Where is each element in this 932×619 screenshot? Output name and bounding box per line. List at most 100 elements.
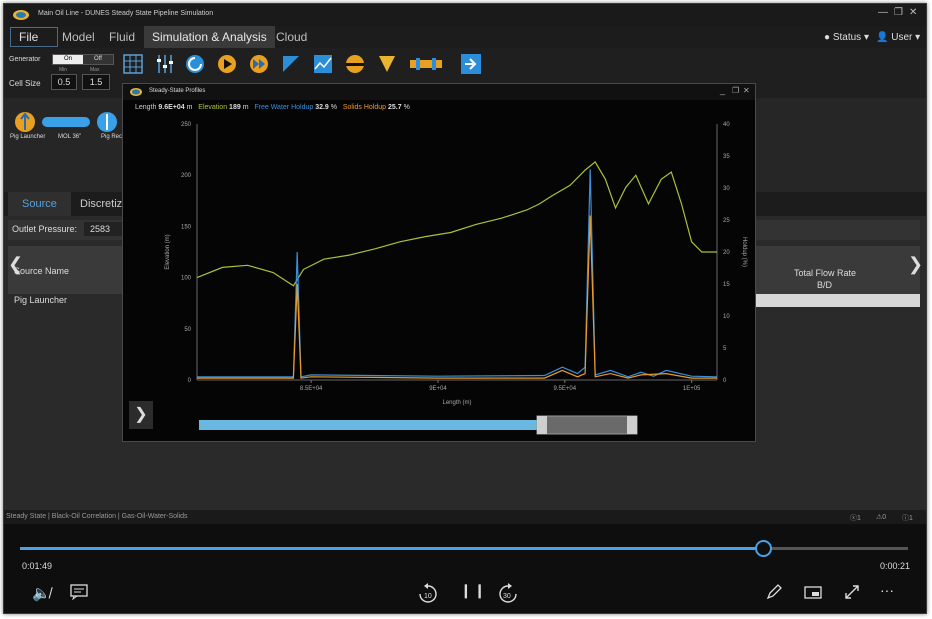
dunes-logo-icon bbox=[13, 10, 29, 20]
user-label: User bbox=[891, 32, 913, 43]
y-tick-label: 250 bbox=[181, 122, 192, 128]
minimize-button[interactable]: — bbox=[878, 7, 888, 18]
legend-length-value: 9.6E+04 bbox=[158, 104, 185, 111]
warning-count[interactable]: ⚠0 bbox=[876, 513, 886, 521]
title-bar: Main Oil Line - DUNES Steady State Pipel… bbox=[4, 4, 926, 26]
y-axis-label: Elevation (m) bbox=[165, 234, 171, 269]
chart-close-button[interactable]: ✕ bbox=[743, 86, 750, 95]
valve-tool-icon[interactable] bbox=[376, 53, 398, 75]
more-options-icon[interactable]: ··· bbox=[880, 582, 894, 598]
skip-forward-seconds: 30 bbox=[503, 593, 511, 600]
skip-back-seconds: 10 bbox=[424, 593, 432, 600]
profile-chart-tool-icon[interactable] bbox=[312, 53, 334, 75]
series-solids-line bbox=[197, 215, 717, 379]
slope-tool-icon[interactable] bbox=[280, 53, 302, 75]
pause-icon[interactable]: ❙❙ bbox=[460, 582, 487, 599]
fast-forward-tool-icon[interactable] bbox=[248, 53, 270, 75]
skip-forward-button[interactable]: 30 bbox=[496, 582, 520, 606]
profile-chart[interactable]: 0 50 100 150 200 250 0 5 10 15 20 25 30 35 40 8.5E+04 9E… bbox=[123, 114, 755, 441]
x-tick-label: 8.5E+04 bbox=[300, 386, 323, 392]
pen-icon[interactable] bbox=[766, 584, 782, 600]
error-count-value: 1 bbox=[857, 515, 861, 522]
legend-elevation-value: 189 bbox=[229, 104, 241, 111]
error-count[interactable]: ⓧ1 bbox=[850, 513, 861, 523]
y2-tick-label: 15 bbox=[723, 282, 730, 288]
table-row-pig-launcher[interactable]: Pig Launcher bbox=[14, 295, 67, 305]
series-elevation-line bbox=[196, 160, 717, 287]
mute-icon[interactable]: 🔈̸ bbox=[32, 584, 51, 602]
menu-simulation-analysis[interactable]: Simulation & Analysis bbox=[144, 26, 275, 48]
menu-fluid[interactable]: Fluid bbox=[101, 26, 143, 48]
restore-button[interactable]: ❐ bbox=[894, 7, 903, 18]
legend-water-unit: % bbox=[330, 104, 338, 111]
video-controls bbox=[4, 524, 926, 613]
overview-right-handle bbox=[627, 416, 637, 434]
app-window: Main Oil Line - DUNES Steady State Pipel… bbox=[3, 3, 927, 614]
menu-file[interactable]: File bbox=[10, 27, 58, 47]
generator-toggle[interactable]: On Off bbox=[52, 54, 114, 65]
cell-size-label: Cell Size bbox=[9, 79, 41, 88]
info-count[interactable]: ⓘ1 bbox=[902, 513, 913, 523]
pig-receiver-icon[interactable] bbox=[96, 110, 118, 134]
legend-length-unit: m bbox=[186, 104, 193, 111]
y2-tick-label: 25 bbox=[723, 218, 730, 224]
grid-tool-icon[interactable] bbox=[122, 53, 144, 75]
scroll-right-icon[interactable]: ❯ bbox=[908, 254, 923, 275]
fullscreen-icon[interactable] bbox=[844, 584, 860, 600]
captions-icon[interactable] bbox=[70, 584, 88, 600]
table-cell-flow-rate[interactable] bbox=[754, 294, 920, 307]
menu-cloud[interactable]: Cloud bbox=[268, 26, 315, 48]
outlet-pressure-label: Outlet Pressure: bbox=[12, 224, 78, 234]
remaining-time: 0:00:21 bbox=[880, 561, 911, 571]
y2-tick-label: 5 bbox=[723, 346, 727, 352]
user-menu[interactable]: 👤 User ▾ bbox=[876, 32, 920, 43]
pipe-tool-icon[interactable] bbox=[408, 53, 444, 75]
skip-back-button[interactable]: 10 bbox=[416, 582, 440, 606]
y-tick-label: 0 bbox=[188, 378, 192, 384]
run-tool-icon[interactable] bbox=[216, 53, 238, 75]
legend-solids-label: Solids Holdup bbox=[342, 104, 387, 111]
y-tick-label: 50 bbox=[184, 327, 191, 333]
legend-water-value: 32.9 bbox=[315, 104, 329, 111]
seek-bar-progress bbox=[20, 547, 763, 550]
close-button[interactable]: ✕ bbox=[909, 7, 917, 18]
overview-left-handle bbox=[537, 416, 547, 434]
x-tick-label: 9.5E+04 bbox=[554, 386, 577, 392]
chart-restore-button[interactable]: ❐ bbox=[732, 86, 739, 95]
generator-on[interactable]: On bbox=[53, 55, 83, 64]
warning-count-value: 0 bbox=[882, 514, 887, 521]
y2-tick-label: 0 bbox=[723, 378, 727, 384]
total-flow-rate-header: Total Flow Rate bbox=[794, 268, 857, 278]
menu-model[interactable]: Model bbox=[54, 26, 103, 48]
legend-solids-value: 25.7 bbox=[388, 104, 402, 111]
tab-source[interactable]: Source bbox=[8, 192, 71, 218]
export-tool-icon[interactable] bbox=[460, 53, 482, 75]
pipeline-segment[interactable] bbox=[42, 117, 90, 127]
status-label: Status bbox=[832, 32, 862, 43]
y2-tick-label: 10 bbox=[723, 314, 730, 320]
status-menu[interactable]: ● Status ▾ bbox=[824, 32, 869, 43]
scroll-left-icon[interactable]: ❮ bbox=[8, 254, 23, 275]
cell-size-min-input[interactable]: 0.5 bbox=[51, 74, 77, 90]
y2-tick-label: 40 bbox=[723, 122, 730, 128]
legend-length-label: Length bbox=[135, 104, 157, 111]
x-axis-label: Length (m) bbox=[442, 400, 471, 406]
x-tick-label: 9E+04 bbox=[429, 386, 447, 392]
steady-state-profiles-window: Steady-State Profiles _ ❐ ✕ Length 9.6E+… bbox=[122, 83, 756, 442]
flow-tool-icon[interactable] bbox=[184, 53, 206, 75]
y-tick-label: 150 bbox=[181, 224, 192, 230]
component-label: Pig Launcher bbox=[10, 134, 46, 140]
menu-bar: File Model Fluid Simulation & Analysis C… bbox=[4, 26, 926, 48]
x-tick-label: 1E+05 bbox=[683, 386, 701, 392]
chart-minimize-button[interactable]: _ bbox=[720, 85, 725, 95]
outlet-pressure-input[interactable]: 2583 bbox=[84, 222, 126, 236]
pig-launcher-icon[interactable] bbox=[14, 110, 36, 134]
overview-range-selector bbox=[536, 415, 638, 435]
holdup-tool-icon[interactable] bbox=[344, 53, 366, 75]
sliders-tool-icon[interactable] bbox=[154, 53, 176, 75]
cell-size-max-input[interactable]: 1.5 bbox=[82, 74, 110, 90]
generator-off[interactable]: Off bbox=[83, 55, 113, 64]
legend-water-label: Free Water Holdup bbox=[254, 104, 314, 111]
mini-view-icon[interactable] bbox=[804, 586, 822, 599]
expand-panel-button[interactable]: ❯ bbox=[129, 401, 153, 429]
